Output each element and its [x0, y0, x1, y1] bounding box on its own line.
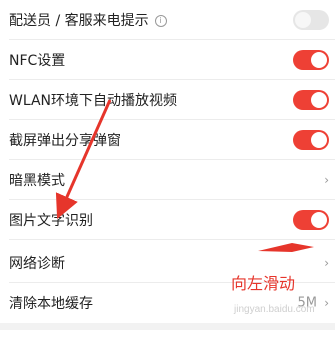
swipe-left-annotation: 向左滑动 — [231, 274, 296, 293]
swipe-left-arrow — [258, 243, 314, 252]
annotation-arrows — [55, 99, 314, 252]
watermark: jingyan.baidu.com — [234, 304, 315, 315]
arrow-pointing-to-row — [55, 99, 112, 219]
